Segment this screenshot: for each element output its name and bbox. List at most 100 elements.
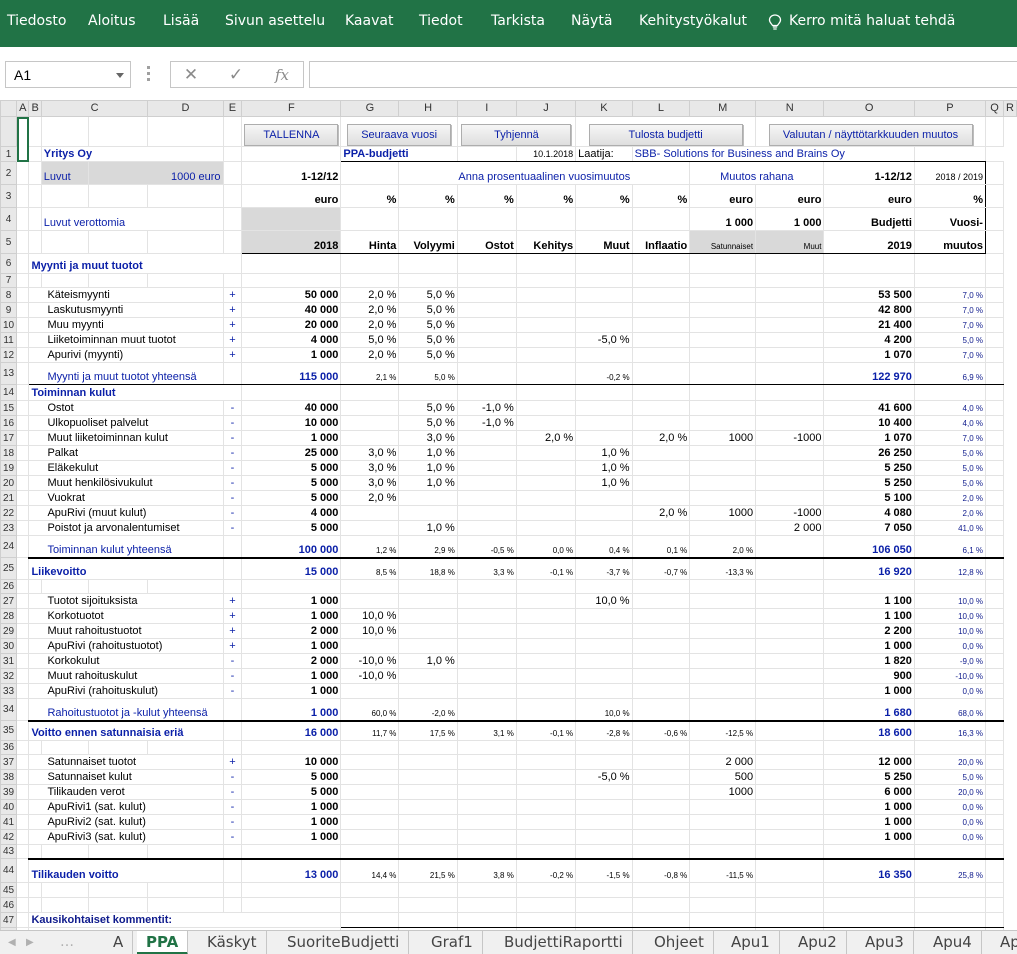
value-2018[interactable]: 25 000 (241, 445, 342, 461)
change-cell[interactable]: -0,1 % (515, 556, 577, 580)
change-cell[interactable]: 1,0 % (575, 445, 633, 461)
change-cell[interactable] (515, 302, 577, 318)
name-box[interactable]: A1 (5, 61, 131, 88)
change-cell[interactable]: 1,0 % (398, 520, 458, 536)
change-cell[interactable] (755, 769, 825, 785)
cell[interactable] (40, 579, 89, 594)
change-cell[interactable] (515, 754, 577, 770)
cell[interactable] (241, 882, 342, 898)
formula-input[interactable] (309, 61, 1017, 88)
cell[interactable] (913, 273, 986, 288)
cell[interactable] (689, 882, 757, 898)
change-cell[interactable]: 1,0 % (398, 653, 458, 669)
cell[interactable] (456, 882, 517, 898)
column-header[interactable]: F (241, 100, 342, 117)
change-cell[interactable] (689, 302, 757, 318)
change-cell[interactable] (515, 475, 577, 491)
cell[interactable] (40, 740, 89, 755)
row-header[interactable]: 26 (0, 579, 18, 594)
cell[interactable] (16, 897, 30, 913)
change-cell[interactable]: 3,8 % (456, 857, 517, 883)
change-cell[interactable] (515, 287, 577, 303)
cell[interactable] (689, 384, 757, 401)
change-cell[interactable] (631, 769, 691, 785)
change-cell[interactable]: -5,0 % (575, 332, 633, 348)
sheet-tab-apu4[interactable]: Apu4 (924, 931, 982, 954)
value-2018[interactable]: 5 000 (241, 769, 342, 785)
change-cell[interactable] (755, 754, 825, 770)
change-cell[interactable] (755, 608, 825, 624)
cell[interactable] (515, 844, 577, 859)
change-cell[interactable] (689, 653, 757, 669)
value-2018[interactable]: 40 000 (241, 400, 342, 416)
change-cell[interactable] (631, 415, 691, 431)
row-header[interactable]: 38 (0, 769, 18, 785)
change-cell[interactable]: 2,0 % (340, 347, 400, 363)
change-cell[interactable] (456, 520, 517, 536)
cell[interactable] (984, 784, 1005, 800)
cell[interactable] (456, 897, 517, 913)
cell[interactable] (456, 384, 517, 401)
row-header[interactable]: 7 (0, 273, 18, 288)
change-cell[interactable]: 3,0 % (398, 430, 458, 446)
cell[interactable] (575, 912, 633, 928)
change-cell[interactable] (689, 668, 757, 684)
cell[interactable] (984, 490, 1005, 506)
cell[interactable] (147, 273, 224, 288)
cell[interactable] (984, 719, 1005, 741)
cell[interactable] (16, 754, 30, 770)
cell[interactable] (984, 317, 1005, 333)
change-cell[interactable] (755, 556, 825, 580)
change-cell[interactable] (575, 505, 633, 521)
cell[interactable] (16, 362, 30, 385)
change-cell[interactable] (398, 799, 458, 815)
cell[interactable] (16, 608, 30, 624)
change-cell[interactable]: 3,3 % (456, 556, 517, 580)
row-header[interactable]: 11 (0, 332, 18, 348)
row-header[interactable]: 47 (0, 912, 18, 928)
cell[interactable] (984, 857, 1005, 883)
change-cell[interactable] (631, 362, 691, 385)
cell[interactable] (984, 400, 1005, 416)
change-cell[interactable] (456, 302, 517, 318)
cell[interactable] (222, 844, 243, 859)
cell[interactable] (340, 273, 400, 288)
value-2018[interactable]: 2 000 (241, 623, 342, 639)
cell[interactable] (16, 445, 30, 461)
column-header[interactable]: K (575, 100, 633, 117)
cell[interactable] (913, 912, 986, 928)
column-header[interactable]: D (147, 100, 224, 117)
change-cell[interactable]: 3,1 % (456, 719, 517, 741)
cell[interactable] (222, 273, 243, 288)
cell[interactable] (222, 897, 243, 913)
change-cell[interactable]: 17,5 % (398, 719, 458, 741)
cell[interactable] (984, 814, 1005, 830)
change-cell[interactable]: 2,0 % (631, 430, 691, 446)
change-cell[interactable] (456, 445, 517, 461)
cell[interactable] (456, 844, 517, 859)
ribbon-tab-formulas[interactable]: Kaavat (345, 13, 393, 29)
cell[interactable] (913, 384, 986, 401)
change-cell[interactable] (631, 799, 691, 815)
change-cell[interactable] (689, 829, 757, 845)
cell[interactable] (16, 332, 30, 348)
change-cell[interactable] (689, 400, 757, 416)
cell[interactable] (147, 844, 224, 859)
sheet-tab-apu2[interactable]: Apu2 (789, 931, 847, 954)
change-cell[interactable] (755, 784, 825, 800)
cell[interactable] (398, 253, 458, 274)
cell[interactable] (340, 579, 400, 594)
change-cell[interactable]: 1000 (689, 784, 757, 800)
sheet-tab-apu3[interactable]: Apu3 (856, 931, 914, 954)
cell[interactable] (456, 912, 517, 928)
change-cell[interactable]: 2,0 % (631, 505, 691, 521)
cell[interactable] (40, 897, 89, 913)
cell[interactable] (87, 579, 149, 594)
change-cell[interactable] (575, 520, 633, 536)
cell[interactable] (984, 668, 1005, 684)
value-2018[interactable]: 5 000 (241, 475, 342, 491)
change-cell[interactable] (631, 347, 691, 363)
change-cell[interactable] (689, 475, 757, 491)
change-cell[interactable] (340, 799, 400, 815)
cell[interactable] (16, 347, 30, 363)
